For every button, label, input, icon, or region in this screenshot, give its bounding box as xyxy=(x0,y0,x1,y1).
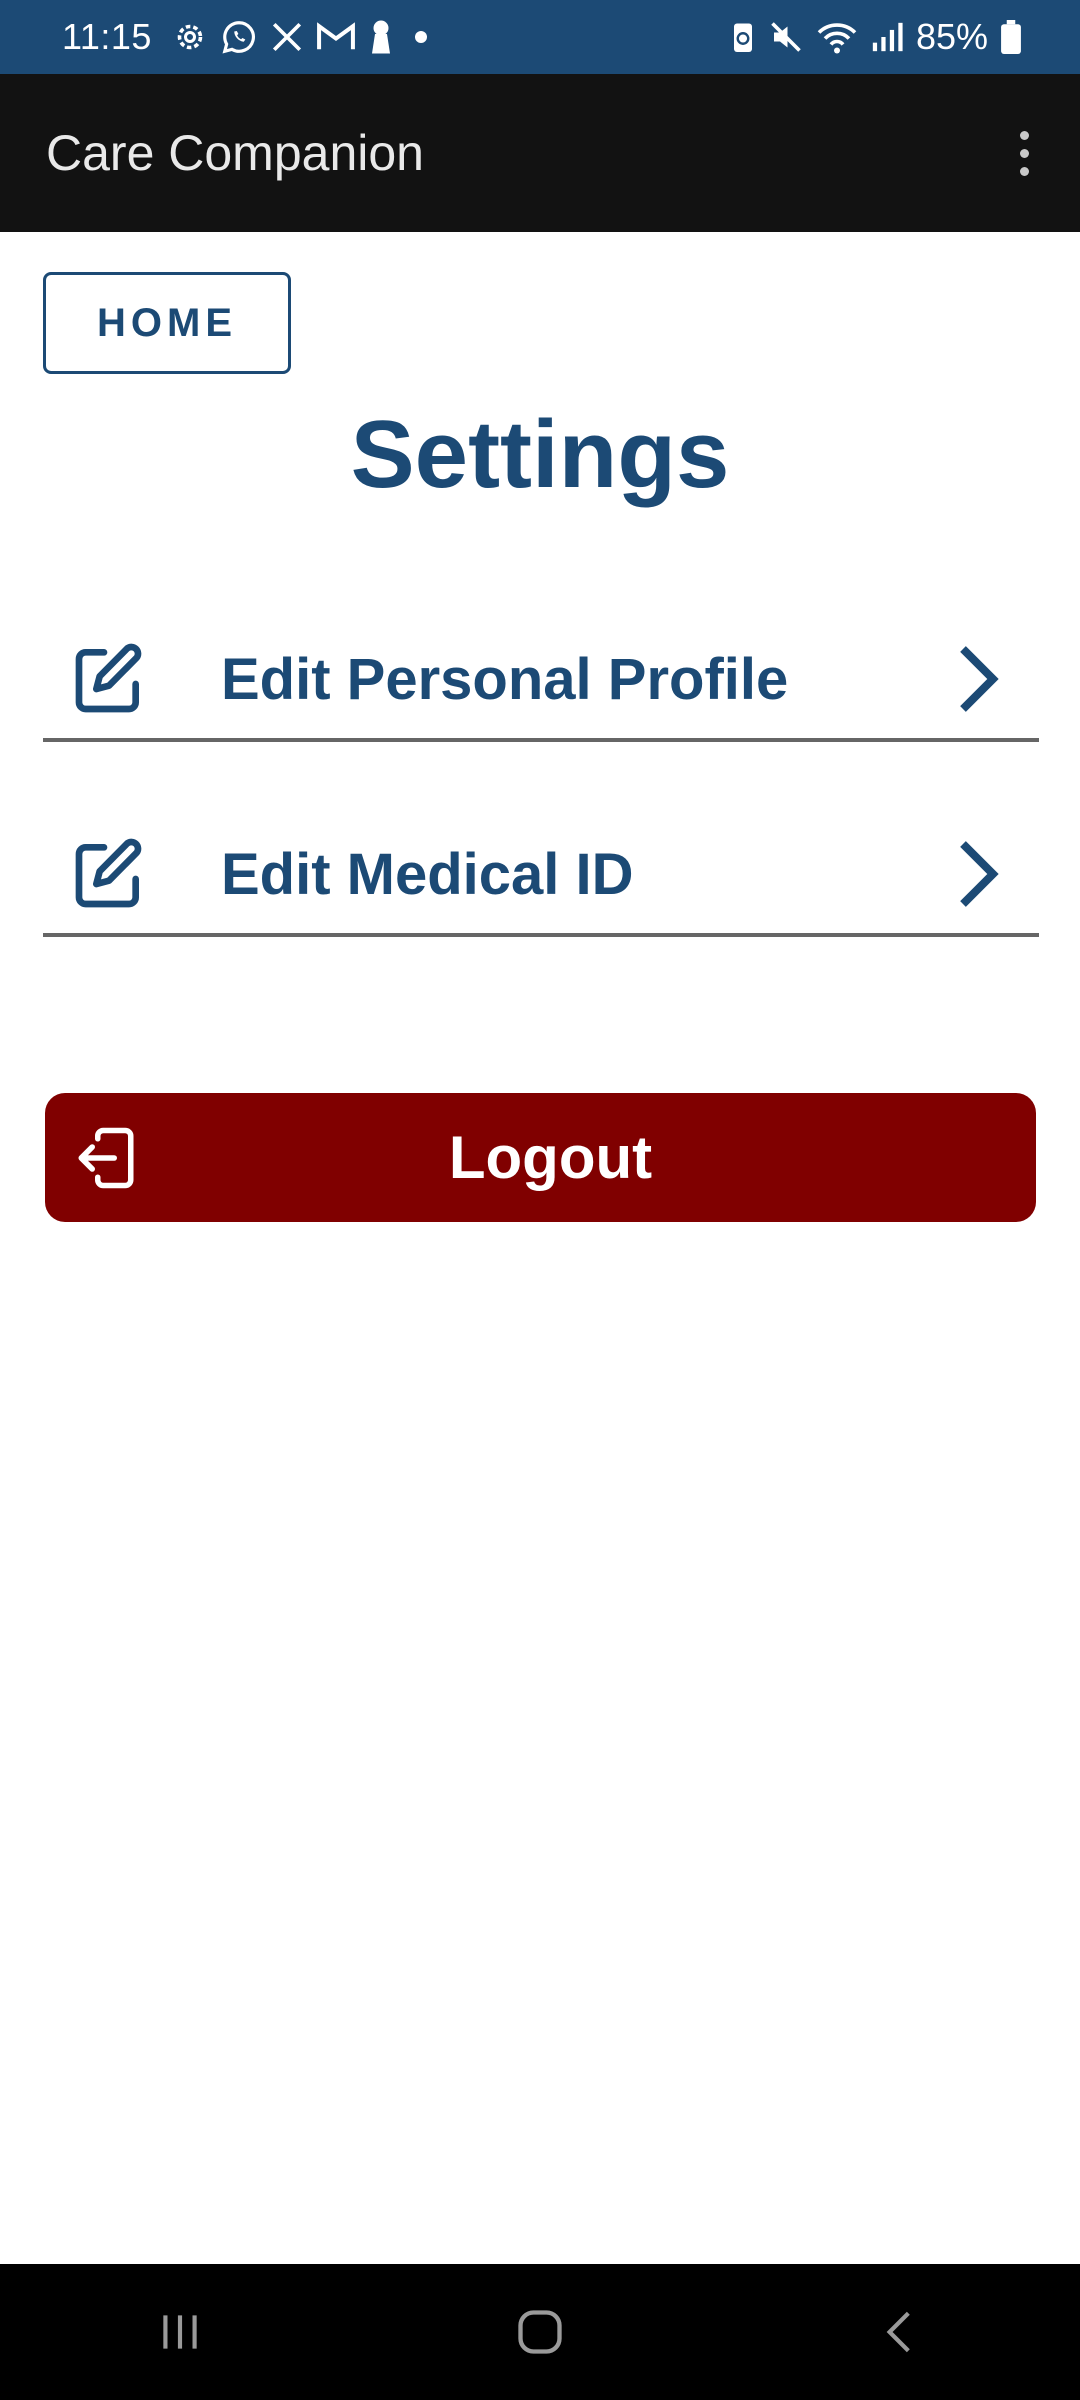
edit-icon xyxy=(67,637,151,721)
app-title: Care Companion xyxy=(46,125,424,181)
menu-dot xyxy=(1019,148,1029,158)
menu-dot xyxy=(1019,130,1029,140)
row-label: Edit Medical ID xyxy=(221,841,634,907)
battery-saver-icon xyxy=(730,19,756,55)
navigation-bar xyxy=(0,2264,1080,2400)
home-icon[interactable] xyxy=(480,2282,600,2382)
recent-apps-icon[interactable] xyxy=(120,2282,240,2382)
page-title: Settings xyxy=(350,401,730,508)
battery-percent: 85% xyxy=(915,16,988,57)
logout-button[interactable]: Logout xyxy=(45,1093,1036,1222)
wifi-icon xyxy=(816,19,858,55)
edit-icon xyxy=(67,832,151,916)
whatsapp-icon xyxy=(220,18,258,56)
menu-dot xyxy=(1019,166,1029,176)
gmail-icon xyxy=(316,20,356,54)
edit-medical-id-row[interactable]: Edit Medical ID xyxy=(43,815,1039,937)
status-bar: 11:15 85% xyxy=(0,0,1080,74)
more-vert-icon[interactable] xyxy=(1004,123,1044,183)
logout-icon xyxy=(73,1125,139,1191)
keyhole-icon xyxy=(368,19,394,55)
battery-icon xyxy=(1000,20,1022,54)
back-icon[interactable] xyxy=(840,2282,960,2382)
chevron-right-icon xyxy=(949,639,1009,719)
settings-gear-icon xyxy=(172,19,208,55)
status-time: 11:15 xyxy=(62,16,152,57)
status-right: 85% xyxy=(730,16,1022,58)
mute-icon xyxy=(768,19,804,55)
app-bar: Care Companion xyxy=(0,74,1080,232)
home-button[interactable]: HOME xyxy=(43,272,291,374)
logout-label: Logout xyxy=(448,1124,653,1191)
edit-personal-profile-row[interactable]: Edit Personal Profile xyxy=(43,620,1039,742)
notification-dot-icon xyxy=(406,22,436,52)
signal-icon xyxy=(870,20,904,54)
x-twitter-icon xyxy=(270,20,304,54)
chevron-right-icon xyxy=(949,834,1009,914)
status-left: 11:15 xyxy=(62,16,436,58)
row-label: Edit Personal Profile xyxy=(221,646,789,712)
